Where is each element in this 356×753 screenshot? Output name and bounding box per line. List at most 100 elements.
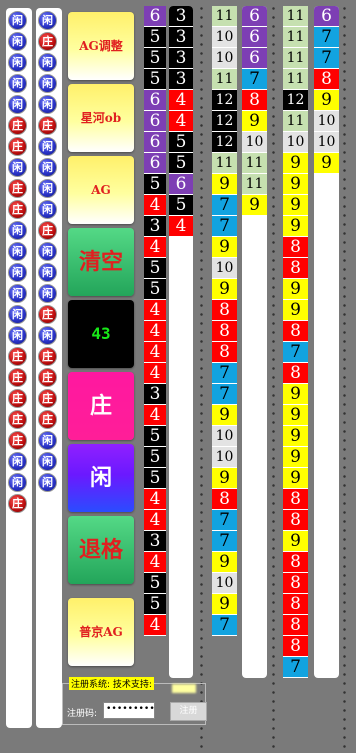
banker-badge: 庄 <box>8 137 27 156</box>
count-cell: 12 <box>212 90 237 111</box>
banker-badge: 庄 <box>8 347 27 366</box>
road-cell: 闲 <box>6 31 32 52</box>
road-cell: 闲 <box>36 430 62 451</box>
player-badge: 闲 <box>38 137 57 156</box>
road-cell: 闲 <box>6 157 32 178</box>
count-cell: 8 <box>283 636 308 657</box>
count-cell: 6 <box>242 48 267 69</box>
count-cell: 10 <box>212 573 237 594</box>
count-cell: 8 <box>283 258 308 279</box>
count-cell: 6 <box>144 132 166 153</box>
player-button[interactable]: 闲 <box>68 444 134 512</box>
player-badge: 闲 <box>8 305 27 324</box>
count-cell: 8 <box>283 363 308 384</box>
ag-adjust-button[interactable]: AG调整 <box>68 12 134 80</box>
pujing-ag-button[interactable]: 普京AG <box>68 598 134 666</box>
count-cell: 8 <box>283 237 308 258</box>
register-code-input[interactable]: •••••••••••••••• <box>103 702 155 719</box>
road-cell: 庄 <box>6 115 32 136</box>
count-cell: 9 <box>283 384 308 405</box>
count-cell: 10 <box>314 111 339 132</box>
road-cell: 闲 <box>36 94 62 115</box>
count-cell: 9 <box>212 552 237 573</box>
player-badge: 闲 <box>38 74 57 93</box>
count-cell: 5 <box>169 195 193 216</box>
count-cell: 10 <box>212 426 237 447</box>
count-cell: 9 <box>283 195 308 216</box>
player-badge: 闲 <box>8 221 27 240</box>
clear-button[interactable]: 清空 <box>68 228 134 296</box>
road-cell: 闲 <box>6 262 32 283</box>
count-cell: 10 <box>283 132 308 153</box>
banker-badge: 庄 <box>8 179 27 198</box>
count-cell: 9 <box>212 405 237 426</box>
count-cell: 11 <box>212 6 237 27</box>
road-cell: 闲 <box>36 10 62 31</box>
count-cell: 5 <box>144 69 166 90</box>
count-cell: 9 <box>283 153 308 174</box>
undo-button[interactable]: 退格 <box>68 516 134 584</box>
count-column-e: 11 11 11 11 12 11 10 9 9 9 9 8 8 9 9 8 7 8 9 9 9 9 9 8 8 9 8 8 8 8 8 7 <box>283 6 308 678</box>
count-cell: 5 <box>144 468 166 489</box>
road-cell: 闲 <box>36 241 62 262</box>
count-cell: 5 <box>144 447 166 468</box>
count-cell: 11 <box>283 48 308 69</box>
count-cell: 6 <box>242 6 267 27</box>
count-cell: 6 <box>144 6 166 27</box>
count-cell: 3 <box>169 48 193 69</box>
register-code-label: 注册码: <box>67 709 98 719</box>
player-badge: 闲 <box>38 158 57 177</box>
banker-button[interactable]: 庄 <box>68 372 134 440</box>
road-cell: 庄 <box>6 409 32 430</box>
count-cell: 4 <box>144 342 166 363</box>
count-cell: 3 <box>169 27 193 48</box>
road-cell: 闲 <box>6 304 32 325</box>
road-cell: 闲 <box>36 325 62 346</box>
count-cell: 12 <box>283 90 308 111</box>
count-cell: 7 <box>212 216 237 237</box>
count-cell: 6 <box>242 27 267 48</box>
count-cell: 5 <box>169 153 193 174</box>
count-cell: 8 <box>283 489 308 510</box>
count-cell: 7 <box>242 69 267 90</box>
count-cell: 5 <box>169 132 193 153</box>
road-cell: 庄 <box>6 430 32 451</box>
pujing-ag-label: 普京AG <box>79 625 123 639</box>
xinghe-ob-button[interactable]: 星河ob <box>68 84 134 152</box>
player-badge: 闲 <box>38 326 57 345</box>
player-badge: 闲 <box>8 326 27 345</box>
count-cell: 4 <box>169 216 193 237</box>
count-cell: 9 <box>283 468 308 489</box>
clear-label: 清空 <box>78 249 123 275</box>
count-cell: 8 <box>283 573 308 594</box>
road-cell: 闲 <box>36 451 62 472</box>
road-cell: 庄 <box>6 136 32 157</box>
banker-badge: 庄 <box>8 116 27 135</box>
player-badge: 闲 <box>38 452 57 471</box>
count-cell: 8 <box>212 489 237 510</box>
player-badge: 闲 <box>38 53 57 72</box>
count-cell: 8 <box>212 321 237 342</box>
road-cell: 闲 <box>36 262 62 283</box>
divider-dots-3 <box>342 4 347 749</box>
ag-label: AG <box>91 183 111 197</box>
player-badge: 闲 <box>38 263 57 282</box>
banker-badge: 庄 <box>8 200 27 219</box>
road-cell: 闲 <box>6 451 32 472</box>
count-cell: 9 <box>283 405 308 426</box>
road-cell: 闲 <box>36 472 62 493</box>
count-display: 43 <box>68 300 134 368</box>
count-cell: 9 <box>283 447 308 468</box>
register-submit-button[interactable]: 注册 <box>170 702 207 721</box>
road-cell: 庄 <box>6 367 32 388</box>
banker-badge: 庄 <box>38 410 57 429</box>
count-cell: 9 <box>314 153 339 174</box>
count-column-a: 655566665434554444345554434554 <box>144 6 166 678</box>
count-column-c: 11 10 10 11 12 12 12 11 9 7 7 9 10 9 8 8 8 7 7 9 10 10 9 8 7 7 9 10… <box>212 6 237 678</box>
count-cell: 9 <box>212 594 237 615</box>
count-cell: 9 <box>212 237 237 258</box>
count-cell: 4 <box>169 90 193 111</box>
road-cell: 闲 <box>36 136 62 157</box>
count-cell: 10 <box>212 48 237 69</box>
ag-button[interactable]: AG <box>68 156 134 224</box>
